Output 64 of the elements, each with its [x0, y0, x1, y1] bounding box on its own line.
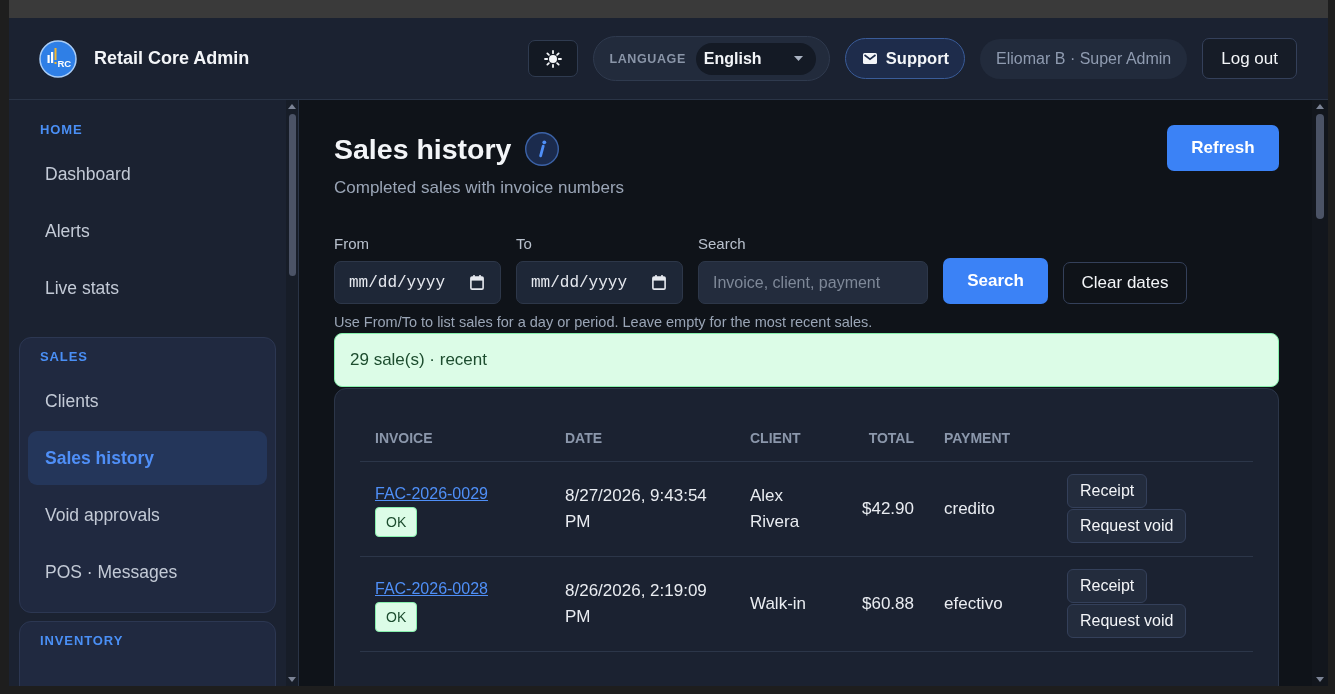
search-field[interactable]: Invoice, client, payment: [698, 261, 928, 304]
status-banner: 29 sale(s) · recent: [334, 333, 1279, 387]
table-cell-text: credito: [943, 498, 997, 520]
invoice-link[interactable]: FAC-2026-0028: [375, 579, 488, 599]
sidebar-section-title: HOME: [40, 121, 84, 139]
language-label: LANGUAGE: [609, 51, 686, 66]
table-cell-text: 8/27/2026, 9:43:54 PM: [564, 485, 708, 533]
row-action-button[interactable]: Request void: [1067, 604, 1187, 638]
scroll-up-icon[interactable]: [288, 104, 296, 109]
app-title: Retail Core Admin: [94, 48, 250, 69]
search-button[interactable]: Search: [943, 258, 1048, 304]
user-chip: Eliomar B · Super Admin: [980, 38, 1188, 79]
status-badge: OK: [375, 602, 418, 632]
table-cell-text: 8/26/2026, 2:19:09 PM: [564, 580, 708, 628]
logout-button[interactable]: Log out: [1202, 38, 1297, 79]
scroll-down-icon[interactable]: [1316, 677, 1324, 682]
column-header: DATE: [564, 429, 604, 448]
row-action-button[interactable]: Receipt: [1067, 569, 1148, 603]
table-cell-text: Alex Rivera: [749, 485, 801, 533]
sun-icon: [543, 49, 562, 68]
sidebar-item[interactable]: Void approvals: [28, 488, 267, 542]
support-button[interactable]: Support: [844, 38, 966, 79]
table-cell-text: $42.90: [861, 498, 915, 520]
column-header: CLIENT: [749, 429, 802, 448]
page-subtitle: Completed sales with invoice numbers: [334, 177, 625, 199]
column-header: PAYMENT: [943, 429, 1012, 448]
language-select[interactable]: English: [695, 42, 816, 75]
info-icon[interactable]: [525, 132, 560, 166]
sidebar-section-title: INVENTORY: [40, 632, 125, 650]
hint-text: Use From/To to list sales for a day or period. Leave empty for the most recent sales.: [334, 314, 874, 330]
sidebar-item[interactable]: POS · Messages: [28, 545, 267, 599]
scroll-up-icon[interactable]: [1316, 104, 1324, 109]
sidebar-item[interactable]: Clients: [28, 374, 267, 428]
scroll-down-icon[interactable]: [288, 677, 296, 682]
row-action-button[interactable]: Request void: [1067, 509, 1187, 543]
row-action-button[interactable]: Receipt: [1067, 474, 1148, 508]
sidebar-item[interactable]: Sales history: [28, 431, 267, 485]
date-field[interactable]: mm/dd/yyyy: [516, 261, 683, 304]
theme-toggle-button[interactable]: [527, 40, 578, 77]
sidebar-item[interactable]: Dashboard: [28, 147, 267, 201]
caret-icon: [793, 56, 803, 61]
field-label: Search: [698, 235, 747, 253]
sidebar-item[interactable]: Live stats: [28, 261, 267, 315]
table-cell-text: Walk-in: [749, 593, 808, 615]
invoice-link[interactable]: FAC-2026-0029: [375, 484, 488, 504]
refresh-button[interactable]: Refresh: [1167, 125, 1279, 171]
field-label: To: [516, 235, 533, 253]
date-field[interactable]: mm/dd/yyyy: [334, 261, 501, 304]
calendar-icon[interactable]: [652, 275, 666, 290]
column-header: INVOICE: [374, 429, 434, 448]
column-header: TOTAL: [867, 429, 915, 448]
sidebar-item[interactable]: Alerts: [28, 204, 267, 258]
calendar-icon[interactable]: [470, 275, 484, 290]
scrollbar-thumb[interactable]: [288, 114, 296, 276]
table-cell-text: efectivo: [943, 593, 1004, 615]
app-logo: RC: [39, 39, 77, 78]
field-label: From: [334, 235, 370, 253]
status-badge: OK: [375, 507, 418, 537]
page-title: Sales history: [334, 132, 512, 166]
scrollbar-thumb[interactable]: [1316, 114, 1324, 219]
clear-dates-button[interactable]: Clear dates: [1063, 262, 1187, 304]
table-cell-text: $60.88: [861, 593, 915, 615]
sidebar-section-title: SALES: [40, 348, 89, 366]
envelope-icon: [862, 53, 877, 64]
